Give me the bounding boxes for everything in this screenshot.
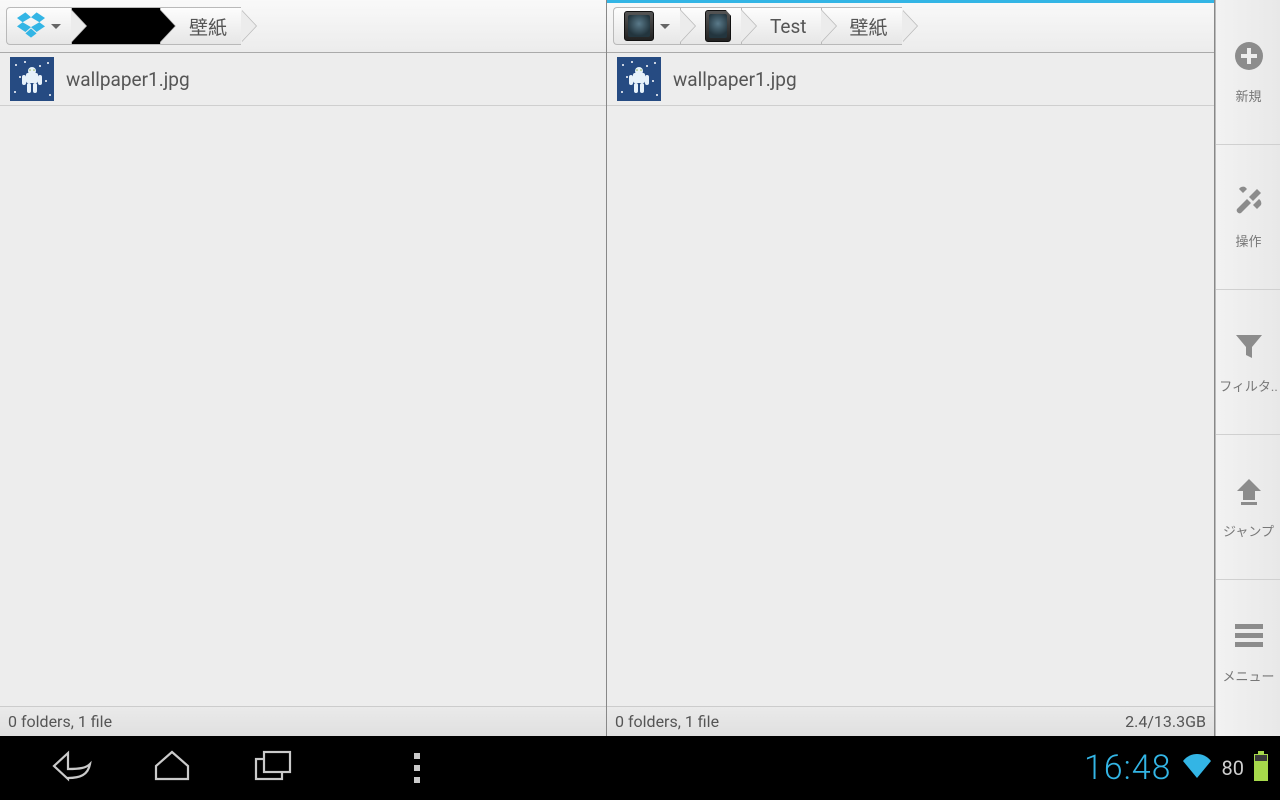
- status-left-text: 0 folders, 1 file: [615, 712, 719, 731]
- navbar-right: 16:48 80: [1084, 748, 1268, 788]
- right-pane: Test 壁紙 wallpaper1.jpg 0 folders, 1 file…: [607, 0, 1215, 736]
- menu-label: メニュー: [1216, 666, 1280, 685]
- navbar-left: [0, 749, 420, 787]
- breadcrumb-current-right-label: 壁紙: [850, 13, 888, 40]
- tools-label: 操作: [1216, 231, 1280, 250]
- overflow-icon[interactable]: [414, 753, 420, 783]
- new-label: 新規: [1216, 86, 1280, 105]
- filter-label: フィルタ..: [1216, 376, 1280, 395]
- hamburger-icon: [1233, 620, 1265, 652]
- back-icon[interactable]: [50, 749, 92, 787]
- clock[interactable]: 16:48: [1084, 748, 1172, 788]
- battery-icon[interactable]: [1254, 751, 1268, 785]
- menu-button[interactable]: メニュー: [1216, 580, 1280, 725]
- file-row[interactable]: wallpaper1.jpg: [0, 53, 606, 106]
- dropbox-icon: [17, 12, 45, 40]
- status-right-text: 2.4/13.3GB: [1125, 712, 1206, 731]
- breadcrumb-current-left-label: 壁紙: [189, 13, 227, 40]
- recents-icon[interactable]: [252, 749, 294, 787]
- arrow-up-icon: [1233, 475, 1265, 507]
- filter-button[interactable]: フィルタ..: [1216, 290, 1280, 435]
- chevron-down-icon: [660, 24, 670, 29]
- toolbar-sidebar: 新規 操作 フィルタ.. ジャンプ メニュー: [1215, 0, 1280, 736]
- breadcrumb-test-label: Test: [770, 15, 807, 38]
- app-root: 壁紙 wallpaper1.jpg 0 folders, 1 file: [0, 0, 1280, 736]
- plus-circle-icon: [1233, 40, 1265, 72]
- file-row[interactable]: wallpaper1.jpg: [607, 53, 1214, 106]
- wifi-icon[interactable]: [1182, 753, 1212, 783]
- file-list-left[interactable]: wallpaper1.jpg: [0, 53, 606, 706]
- breadcrumb-left: 壁紙: [0, 0, 606, 53]
- home-icon[interactable]: [152, 749, 192, 787]
- battery-percent: 80: [1222, 756, 1244, 780]
- wrench-icon: [1233, 185, 1265, 217]
- android-navbar: 16:48 80: [0, 736, 1280, 800]
- storage-icon: [624, 11, 654, 41]
- chevron-down-icon: [51, 24, 61, 29]
- tools-button[interactable]: 操作: [1216, 145, 1280, 290]
- file-name-label: wallpaper1.jpg: [66, 68, 190, 91]
- new-button[interactable]: 新規: [1216, 0, 1280, 145]
- file-thumbnail: [617, 57, 661, 101]
- funnel-icon: [1233, 330, 1265, 362]
- breadcrumb-right: Test 壁紙: [607, 0, 1214, 53]
- status-bar-right: 0 folders, 1 file 2.4/13.3GB: [607, 706, 1214, 736]
- file-name-label: wallpaper1.jpg: [673, 68, 797, 91]
- jump-button[interactable]: ジャンプ: [1216, 435, 1280, 580]
- left-pane: 壁紙 wallpaper1.jpg 0 folders, 1 file: [0, 0, 607, 736]
- file-list-right[interactable]: wallpaper1.jpg: [607, 53, 1214, 706]
- jump-label: ジャンプ: [1216, 521, 1280, 540]
- file-thumbnail: [10, 57, 54, 101]
- breadcrumb-root-dropbox[interactable]: [6, 7, 71, 45]
- status-left-text: 0 folders, 1 file: [8, 712, 112, 731]
- breadcrumb-root-storage[interactable]: [613, 7, 680, 45]
- sdcard-icon: [705, 10, 731, 42]
- status-bar-left: 0 folders, 1 file: [0, 706, 606, 736]
